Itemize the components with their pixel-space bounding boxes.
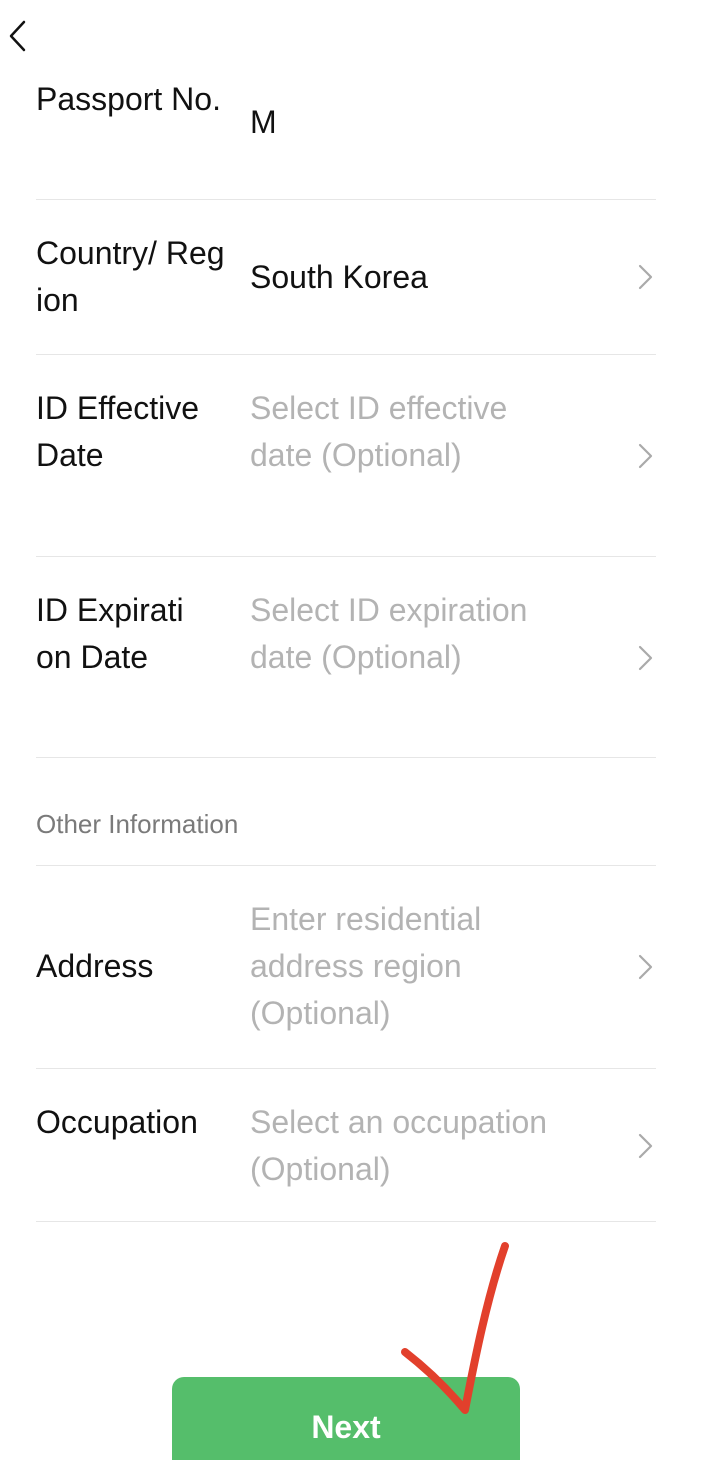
chevron-right-icon — [638, 954, 653, 980]
passport-info-page: Passport No. M Country/ Region South Kor… — [0, 0, 704, 1460]
next-button[interactable]: Next — [172, 1377, 520, 1460]
passport-number-value[interactable]: M — [250, 99, 590, 146]
back-chevron-icon[interactable] — [4, 16, 32, 56]
address-placeholder: Enter residential address region (Option… — [250, 901, 482, 1031]
country-region-row[interactable]: Country/ Region South Korea — [36, 200, 656, 355]
id-effective-date-placeholder: Select ID effective date (Optional) — [250, 390, 508, 473]
other-information-heading: Other Information — [36, 809, 239, 839]
id-effective-date-row[interactable]: ID Effective Date Select ID effective da… — [36, 355, 656, 557]
chevron-right-icon — [638, 264, 653, 290]
id-expiration-date-label: ID Expiration Date — [36, 592, 184, 675]
country-region-label: Country/ Region — [36, 235, 225, 318]
address-row[interactable]: Address Enter residential address region… — [36, 866, 656, 1069]
passport-number-row[interactable]: Passport No. M — [36, 76, 656, 200]
passport-number-label: Passport No. — [36, 81, 221, 117]
country-region-value: South Korea — [250, 259, 428, 295]
chevron-right-icon — [638, 443, 653, 469]
id-effective-date-label: ID Effective Date — [36, 390, 200, 473]
occupation-row[interactable]: Occupation Select an occupation (Optiona… — [36, 1069, 656, 1222]
chevron-right-icon — [638, 645, 653, 671]
occupation-placeholder: Select an occupation (Optional) — [250, 1104, 548, 1187]
id-expiration-date-placeholder: Select ID expiration date (Optional) — [250, 592, 528, 675]
chevron-right-icon — [638, 1133, 653, 1159]
occupation-label: Occupation — [36, 1104, 198, 1140]
id-expiration-date-row[interactable]: ID Expiration Date Select ID expiration … — [36, 557, 656, 758]
address-label: Address — [36, 948, 154, 984]
